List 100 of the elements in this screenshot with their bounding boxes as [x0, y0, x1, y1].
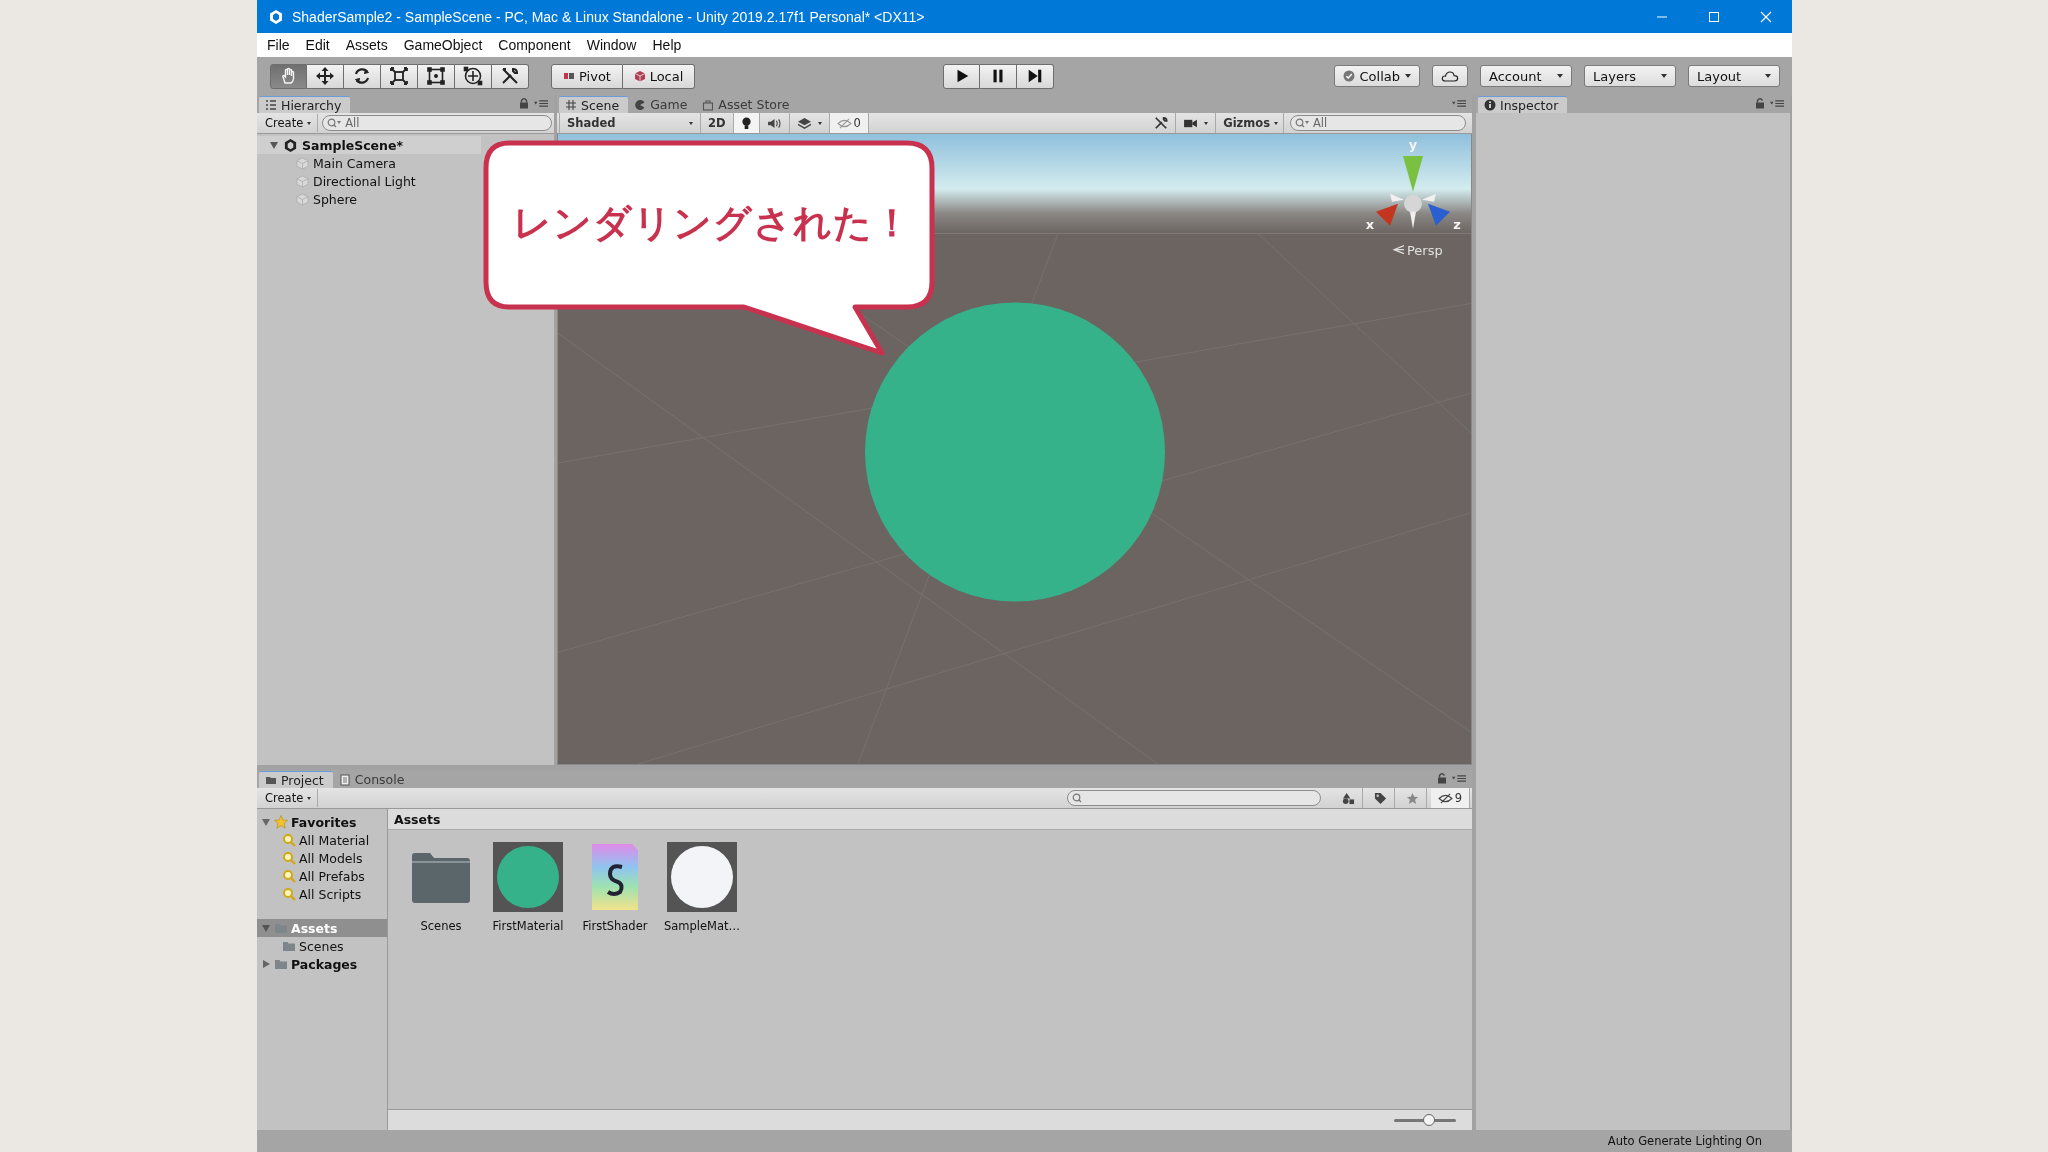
hidden-packages-toggle[interactable]: 9	[1430, 788, 1470, 808]
folder-tree-item[interactable]: Scenes	[257, 937, 387, 955]
console-tab[interactable]: Console	[332, 771, 414, 788]
search-field[interactable]: All	[322, 115, 552, 131]
move-tool-button[interactable]	[307, 63, 344, 89]
game-tab[interactable]: Game	[628, 96, 697, 113]
local-button[interactable]: Local	[623, 63, 695, 89]
close-icon	[1760, 10, 1772, 23]
scale-icon	[389, 66, 409, 86]
lighting-toggle[interactable]	[733, 113, 760, 133]
hierarchy-tab[interactable]: Hierarchy	[259, 96, 351, 113]
star-icon	[1405, 791, 1419, 805]
projection-label[interactable]: Persp	[1407, 242, 1443, 258]
play-button[interactable]	[943, 63, 980, 89]
rotate-icon	[352, 66, 372, 86]
pivot-icon	[563, 70, 576, 82]
menu-item[interactable]: GameObject	[395, 35, 491, 55]
check-icon	[1342, 70, 1355, 82]
lock-icon[interactable]	[518, 97, 530, 109]
rotate-tool-button[interactable]	[344, 63, 381, 89]
search-field[interactable]: All	[1290, 115, 1466, 131]
maximize-icon	[1708, 10, 1720, 23]
lock-icon[interactable]	[1436, 772, 1448, 784]
expand-arrow-icon[interactable]	[261, 959, 271, 969]
layers-dropdown[interactable]: Layers	[1584, 65, 1676, 87]
hand-tool-button[interactable]	[270, 63, 307, 89]
axis-gizmo-icon[interactable]	[1376, 155, 1450, 229]
unity-logo-icon	[283, 137, 298, 153]
scene-row[interactable]: SampleScene*	[257, 136, 481, 154]
layers-icon	[796, 116, 812, 130]
scene-tab[interactable]: Scene	[559, 96, 629, 113]
project-tab[interactable]: Project	[259, 771, 333, 788]
menu-icon[interactable]	[534, 99, 548, 108]
eye-slash-icon	[1437, 792, 1453, 804]
menu-item[interactable]: File	[259, 35, 298, 55]
zoom-slider[interactable]	[1394, 1114, 1456, 1126]
game-object-item[interactable]: Directional Light	[257, 172, 481, 190]
search-field[interactable]	[1066, 790, 1321, 806]
cube-icon	[296, 192, 309, 206]
menu-icon[interactable]	[1452, 774, 1466, 783]
star-icon	[274, 815, 288, 829]
shading-dropdown[interactable]: Shaded	[559, 113, 701, 133]
folder-icon	[274, 957, 288, 971]
game-object-item[interactable]: Sphere	[257, 190, 481, 208]
cube-icon	[296, 174, 309, 188]
menu-item[interactable]: Help	[644, 35, 690, 55]
cloud-icon	[1441, 69, 1459, 83]
magnifier-icon	[282, 887, 296, 901]
bag-icon	[702, 98, 715, 111]
saved-search-item[interactable]: All Scripts	[257, 885, 387, 903]
menu-item[interactable]: Component	[490, 35, 579, 55]
account-dropdown[interactable]: Account	[1480, 65, 1572, 87]
menu-item[interactable]: Window	[578, 35, 645, 55]
store-tab[interactable]: Asset Store	[696, 96, 799, 113]
saved-search-item[interactable]: All Models	[257, 849, 387, 867]
folder-icon	[265, 774, 277, 786]
pause-button[interactable]	[980, 63, 1017, 89]
expand-arrow-icon[interactable]	[269, 140, 279, 150]
menu-icon[interactable]	[1770, 99, 1784, 108]
axis-label: x	[1365, 216, 1375, 232]
transform-tool-button[interactable]	[455, 63, 492, 89]
create-dropdown[interactable]: Create	[259, 114, 319, 132]
menu-item[interactable]: Assets	[337, 35, 396, 55]
2d-toggle[interactable]: 2D	[701, 113, 734, 133]
list-icon	[265, 99, 277, 111]
asset-item[interactable]: FirstShader	[575, 842, 655, 933]
favorites-tree-item[interactable]: Favorites	[257, 813, 387, 831]
asset-item[interactable]: Scenes	[401, 842, 481, 933]
layout-dropdown[interactable]: Layout	[1688, 65, 1780, 87]
inspector-tab[interactable]: Inspector	[1478, 96, 1568, 113]
custom-tool-button[interactable]	[492, 63, 529, 89]
breadcrumb[interactable]: Assets	[394, 811, 441, 827]
pivot-button[interactable]: Pivot	[551, 63, 623, 89]
menu-icon[interactable]	[1452, 99, 1466, 108]
cube-icon	[633, 70, 646, 82]
scale-tool-button[interactable]	[381, 63, 418, 89]
step-button[interactable]	[1017, 63, 1054, 89]
cloud-button[interactable]	[1432, 65, 1468, 87]
folder-icon	[282, 939, 296, 953]
gizmos-dropdown[interactable]: Gizmos	[1216, 113, 1284, 133]
game-object-item[interactable]: Main Camera	[257, 154, 481, 172]
slider-thumb[interactable]	[1423, 1114, 1436, 1126]
perspective-icon	[1392, 245, 1405, 255]
create-dropdown[interactable]: Create	[259, 789, 319, 807]
lock-icon[interactable]	[1754, 97, 1766, 109]
saved-search-item[interactable]: All Prefabs	[257, 867, 387, 885]
asset-item[interactable]: FirstMaterial	[488, 842, 568, 933]
step-icon	[1026, 67, 1044, 85]
collab-dropdown[interactable]: Collab	[1333, 65, 1420, 87]
asset-item[interactable]: SampleMat…	[662, 842, 742, 933]
menu-item[interactable]: Edit	[297, 35, 338, 55]
saved-search-item[interactable]: All Material	[257, 831, 387, 849]
cube-icon	[296, 156, 309, 170]
scene-name: SampleScene*	[302, 137, 403, 153]
custom-icon	[500, 66, 520, 86]
rect-tool-button[interactable]	[418, 63, 455, 89]
hidden-objects-toggle[interactable]: 0	[829, 113, 869, 133]
expand-arrow-icon[interactable]	[261, 817, 271, 827]
axis-label: y	[1408, 136, 1418, 152]
folder-tree-item[interactable]: Packages	[257, 955, 387, 973]
